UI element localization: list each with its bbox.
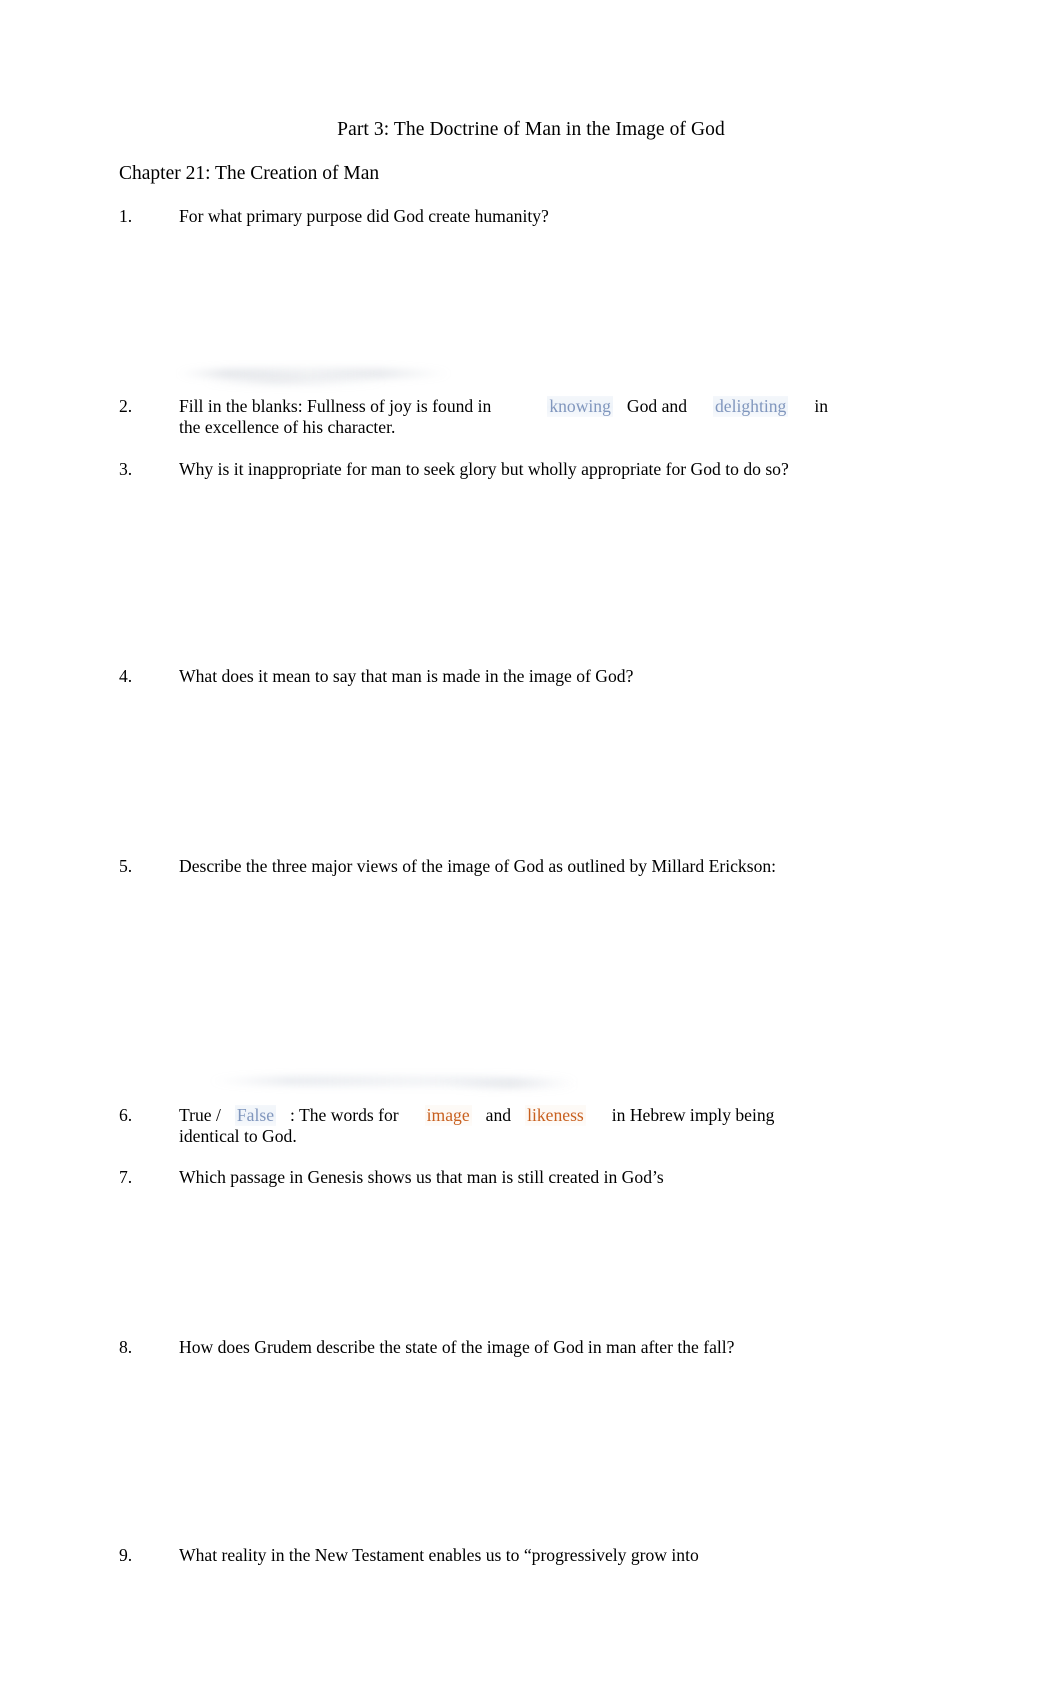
question-2-answer-2[interactable]: delighting (713, 396, 789, 417)
question-2-tail: in (814, 396, 829, 416)
question-6-middle-1: : The words for (290, 1105, 399, 1125)
question-3-number: 3. (119, 459, 133, 479)
question-6-body: True / False : The words for image and likene… (179, 1105, 909, 1146)
question-2-body: Fill in the blanks: Fullness of joy is f… (179, 396, 909, 437)
question-6-middle-2: and (485, 1105, 512, 1125)
question-5-number: 5. (119, 856, 133, 876)
question-1-text: For what primary purpose did God create … (179, 206, 549, 226)
question-4: 4. What does it mean to say that man is … (119, 666, 909, 687)
question-4-number: 4. (119, 666, 133, 686)
question-6-tail: in Hebrew imply being (611, 1105, 775, 1125)
question-2-prompt: Fill in the blanks: Fullness of joy is f… (179, 396, 492, 416)
question-7-text: Which passage in Genesis shows us that m… (179, 1167, 664, 1187)
scan-artifact-smudge-upper-secondary (200, 378, 390, 385)
question-7-number: 7. (119, 1167, 133, 1187)
question-9-text: What reality in the New Testament enable… (179, 1545, 699, 1565)
scan-artifact-smudge-upper (176, 368, 452, 379)
question-1: 1. For what primary purpose did God crea… (119, 206, 909, 227)
question-6: 6. True / False : The words for image and lik… (119, 1105, 909, 1146)
question-6-answer-3[interactable]: likeness (525, 1105, 586, 1126)
question-2-number: 2. (119, 396, 133, 416)
question-6-answer-2[interactable]: image (424, 1105, 472, 1126)
question-2-continuation: the excellence of his character. (179, 416, 396, 437)
question-2-answer-1[interactable]: knowing (547, 396, 613, 417)
question-6-continuation: identical to God. (179, 1125, 297, 1146)
scan-artifact-smudge-lower (208, 1076, 580, 1086)
question-6-number: 6. (119, 1105, 133, 1125)
question-1-number: 1. (119, 206, 133, 226)
question-3: 3. Why is it inappropriate for man to se… (119, 459, 909, 480)
question-3-text: Why is it inappropriate for man to seek … (179, 459, 789, 479)
scan-artifact-smudge-lower-secondary (440, 1082, 580, 1089)
question-9-number: 9. (119, 1545, 133, 1565)
question-8: 8. How does Grudem describe the state of… (119, 1337, 909, 1358)
question-6-answer-1[interactable]: False (234, 1105, 277, 1126)
question-7: 7. Which passage in Genesis shows us tha… (119, 1167, 909, 1188)
question-9: 9. What reality in the New Testament ena… (119, 1545, 909, 1566)
question-6-lead: True / (179, 1105, 221, 1125)
document-title: Part 3: The Doctrine of Man in the Image… (337, 119, 725, 140)
question-4-text: What does it mean to say that man is mad… (179, 666, 634, 686)
question-5-text: Describe the three major views of the im… (179, 856, 777, 876)
question-5: 5. Describe the three major views of the… (119, 856, 909, 877)
document-page: Part 3: The Doctrine of Man in the Image… (0, 0, 1062, 1691)
question-8-number: 8. (119, 1337, 133, 1357)
chapter-heading: Chapter 21: The Creation of Man (119, 163, 380, 184)
question-2-middle: God and (626, 396, 687, 416)
question-8-text: How does Grudem describe the state of th… (179, 1337, 735, 1357)
question-2: 2. Fill in the blanks: Fullness of joy i… (119, 396, 909, 437)
